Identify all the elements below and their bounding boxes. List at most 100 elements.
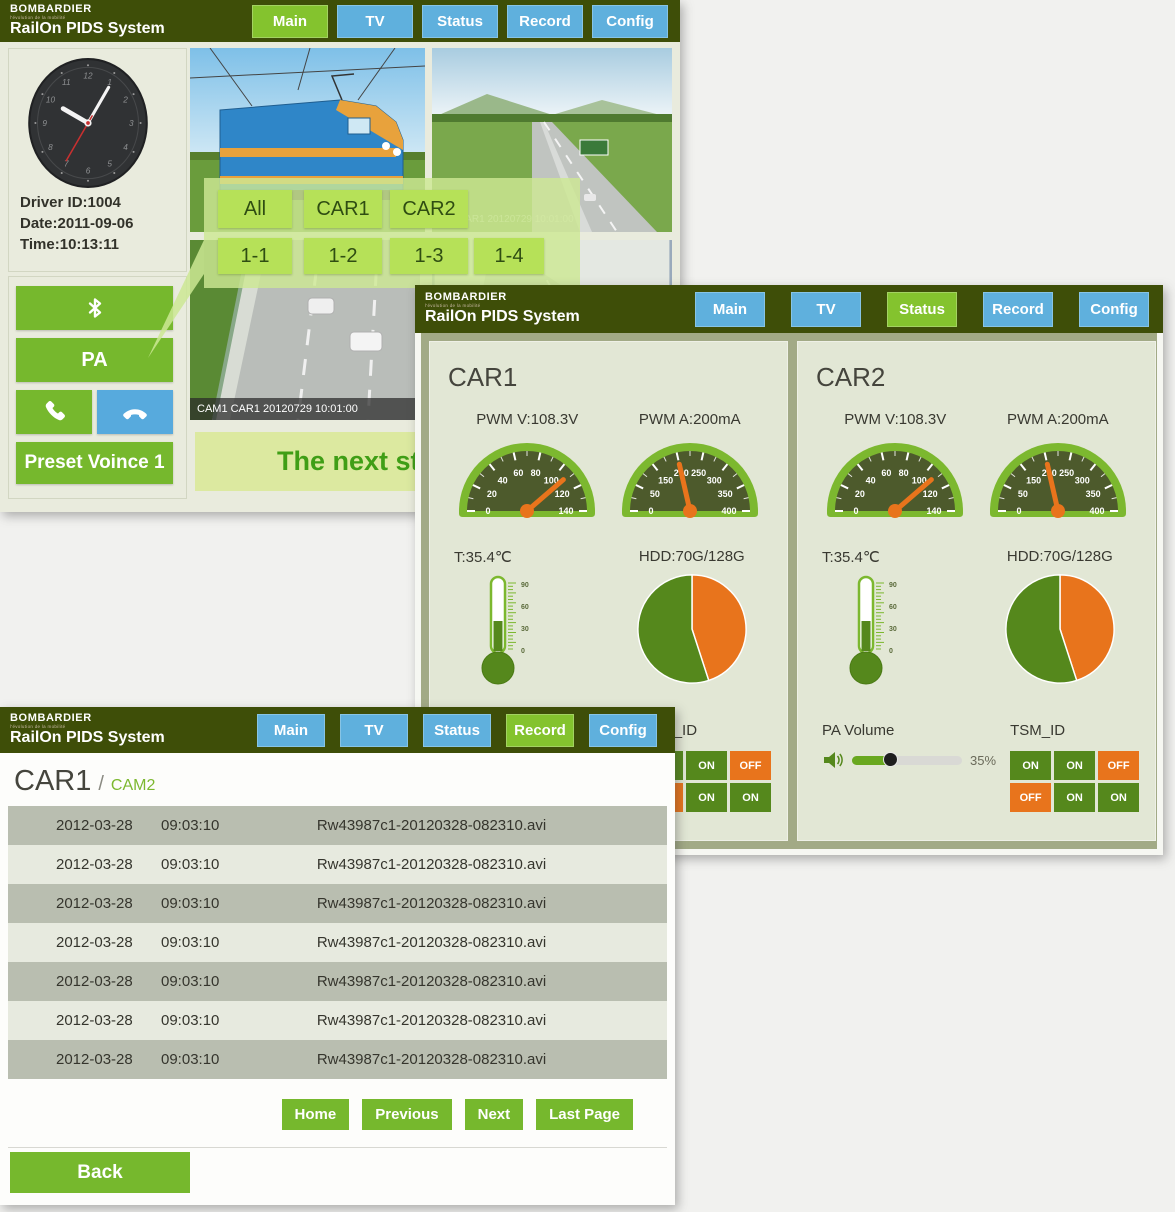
tsm-button[interactable]: ON bbox=[686, 751, 727, 780]
home-button[interactable]: Home bbox=[282, 1099, 350, 1130]
tab-record[interactable]: Record bbox=[506, 714, 574, 747]
thermometer: 9060300 bbox=[836, 571, 920, 691]
record-window: BOMBARDIER l'évolution de la mobilité Ra… bbox=[0, 707, 675, 1205]
previous-button[interactable]: Previous bbox=[362, 1099, 451, 1130]
cam-select-car1[interactable]: CAR1 bbox=[304, 190, 382, 228]
svg-text:10: 10 bbox=[46, 95, 56, 104]
tab-tv[interactable]: TV bbox=[340, 714, 408, 747]
app-title: RailOn PIDS System bbox=[10, 21, 165, 38]
svg-text:80: 80 bbox=[531, 468, 541, 478]
svg-text:1: 1 bbox=[107, 78, 112, 87]
pwm-a-gauge: 050150200250300350400 bbox=[615, 433, 765, 519]
tab-status[interactable]: Status bbox=[423, 714, 491, 747]
svg-text:0: 0 bbox=[854, 506, 859, 516]
main-header: BOMBARDIER l'évolution de la mobilité Ra… bbox=[0, 0, 680, 42]
table-row[interactable]: 2012-03-28 09:03:10 Rw43987c1-20120328-0… bbox=[8, 1040, 667, 1079]
tsm-button[interactable]: ON bbox=[686, 783, 727, 812]
tab-main[interactable]: Main bbox=[695, 292, 765, 327]
tsm-button[interactable]: ON bbox=[1098, 783, 1139, 812]
tsm-button[interactable]: ON bbox=[1054, 783, 1095, 812]
svg-text:250: 250 bbox=[1059, 468, 1074, 478]
table-row[interactable]: 2012-03-28 09:03:10 Rw43987c1-20120328-0… bbox=[8, 884, 667, 923]
pa-volume-slider[interactable] bbox=[852, 756, 962, 765]
svg-text:60: 60 bbox=[514, 468, 524, 478]
tab-record[interactable]: Record bbox=[983, 292, 1053, 327]
tab-status[interactable]: Status bbox=[422, 5, 498, 38]
tsm-button-grid: ON ON OFF OFF ON ON bbox=[1010, 751, 1139, 812]
slider-knob[interactable] bbox=[883, 752, 898, 767]
svg-text:12: 12 bbox=[83, 72, 93, 81]
svg-text:60: 60 bbox=[521, 604, 529, 611]
svg-text:300: 300 bbox=[707, 476, 722, 486]
tab-main[interactable]: Main bbox=[257, 714, 325, 747]
next-button[interactable]: Next bbox=[465, 1099, 524, 1130]
svg-text:150: 150 bbox=[1026, 476, 1041, 486]
car-name: CAR2 bbox=[816, 362, 1139, 393]
tsm-button[interactable]: ON bbox=[1010, 751, 1051, 780]
pwm-v-label: PWM V:108.3V bbox=[814, 411, 977, 428]
svg-text:350: 350 bbox=[717, 489, 732, 499]
pwm-v-gauge: 020406080100120140 bbox=[820, 433, 970, 519]
table-row[interactable]: 2012-03-28 09:03:10 Rw43987c1-20120328-0… bbox=[8, 923, 667, 962]
nav-tabs: Main TV Status Record Config bbox=[242, 714, 675, 747]
hdd-label: HDD:70G/128G bbox=[981, 548, 1140, 565]
tsm-button[interactable]: OFF bbox=[1010, 783, 1051, 812]
tab-config[interactable]: Config bbox=[592, 5, 668, 38]
recordings-table: 2012-03-28 09:03:10 Rw43987c1-20120328-0… bbox=[8, 806, 667, 1079]
breadcrumb-separator: / bbox=[98, 773, 104, 796]
last-page-button[interactable]: Last Page bbox=[536, 1099, 633, 1130]
svg-text:300: 300 bbox=[1075, 476, 1090, 486]
call-button[interactable] bbox=[16, 390, 92, 434]
pwm-a-gauge: 050150200250300350400 bbox=[983, 433, 1133, 519]
tsm-button[interactable]: ON bbox=[1054, 751, 1095, 780]
table-row[interactable]: 2012-03-28 09:03:10 Rw43987c1-20120328-0… bbox=[8, 806, 667, 845]
preset-voice-button[interactable]: Preset Voince 1 bbox=[16, 442, 173, 484]
cam-select-1-3[interactable]: 1-3 bbox=[390, 238, 468, 274]
camera-caption-main: CAM1 CAR1 20120729 10:01:00 bbox=[190, 398, 420, 420]
overlay-pointer-tail bbox=[148, 240, 204, 360]
speaker-icon bbox=[822, 751, 844, 769]
pagination: Home Previous Next Last Page bbox=[0, 1099, 633, 1130]
tsm-id-label: TSM_ID bbox=[1010, 722, 1139, 739]
nav-tabs: Main TV Status Record Config bbox=[243, 5, 680, 38]
tab-status[interactable]: Status bbox=[887, 292, 957, 327]
nav-tabs: Main TV Status Record Config bbox=[669, 292, 1163, 327]
pwm-v-gauge: 020406080100120140 bbox=[452, 433, 602, 519]
tab-main[interactable]: Main bbox=[252, 5, 328, 38]
tab-record[interactable]: Record bbox=[507, 5, 583, 38]
svg-text:40: 40 bbox=[498, 476, 508, 486]
tsm-button[interactable]: OFF bbox=[730, 751, 771, 780]
tsm-button[interactable]: ON bbox=[730, 783, 771, 812]
phone-hangup-icon bbox=[121, 398, 149, 426]
cam-select-1-1[interactable]: 1-1 bbox=[218, 238, 292, 274]
cam-select-car2[interactable]: CAR2 bbox=[390, 190, 468, 228]
hangup-button[interactable] bbox=[97, 390, 173, 434]
tab-config[interactable]: Config bbox=[1079, 292, 1149, 327]
svg-text:40: 40 bbox=[866, 476, 876, 486]
tab-tv[interactable]: TV bbox=[337, 5, 413, 38]
tsm-button[interactable]: OFF bbox=[1098, 751, 1139, 780]
svg-text:30: 30 bbox=[521, 626, 529, 633]
svg-text:250: 250 bbox=[691, 468, 706, 478]
svg-text:90: 90 bbox=[889, 582, 897, 589]
cam-select-1-4[interactable]: 1-4 bbox=[474, 238, 544, 274]
brand-block: BOMBARDIER l'évolution de la mobilité Ra… bbox=[415, 292, 580, 325]
svg-text:2: 2 bbox=[122, 95, 128, 104]
car2-panel: CAR2 PWM V:108.3V 020406080100120140 PWM… bbox=[797, 341, 1156, 841]
tab-tv[interactable]: TV bbox=[791, 292, 861, 327]
temp-label: T:35.4℃ bbox=[454, 548, 613, 566]
svg-text:0: 0 bbox=[889, 648, 893, 655]
svg-text:5: 5 bbox=[107, 159, 112, 168]
table-row[interactable]: 2012-03-28 09:03:10 Rw43987c1-20120328-0… bbox=[8, 845, 667, 884]
analog-clock: 12 1 2 3 4 5 6 7 8 9 10 11 bbox=[26, 56, 150, 195]
svg-text:60: 60 bbox=[889, 604, 897, 611]
breadcrumb-cam[interactable]: CAM2 bbox=[111, 777, 155, 795]
table-row[interactable]: 2012-03-28 09:03:10 Rw43987c1-20120328-0… bbox=[8, 962, 667, 1001]
time-label: Time:10:13:11 bbox=[20, 234, 133, 255]
cam-select-1-2[interactable]: 1-2 bbox=[304, 238, 382, 274]
table-row[interactable]: 2012-03-28 09:03:10 Rw43987c1-20120328-0… bbox=[8, 1001, 667, 1040]
cam-select-all[interactable]: All bbox=[218, 190, 292, 228]
back-button[interactable]: Back bbox=[10, 1152, 190, 1193]
record-breadcrumb: CAR1 / CAM2 bbox=[0, 753, 675, 806]
tab-config[interactable]: Config bbox=[589, 714, 657, 747]
